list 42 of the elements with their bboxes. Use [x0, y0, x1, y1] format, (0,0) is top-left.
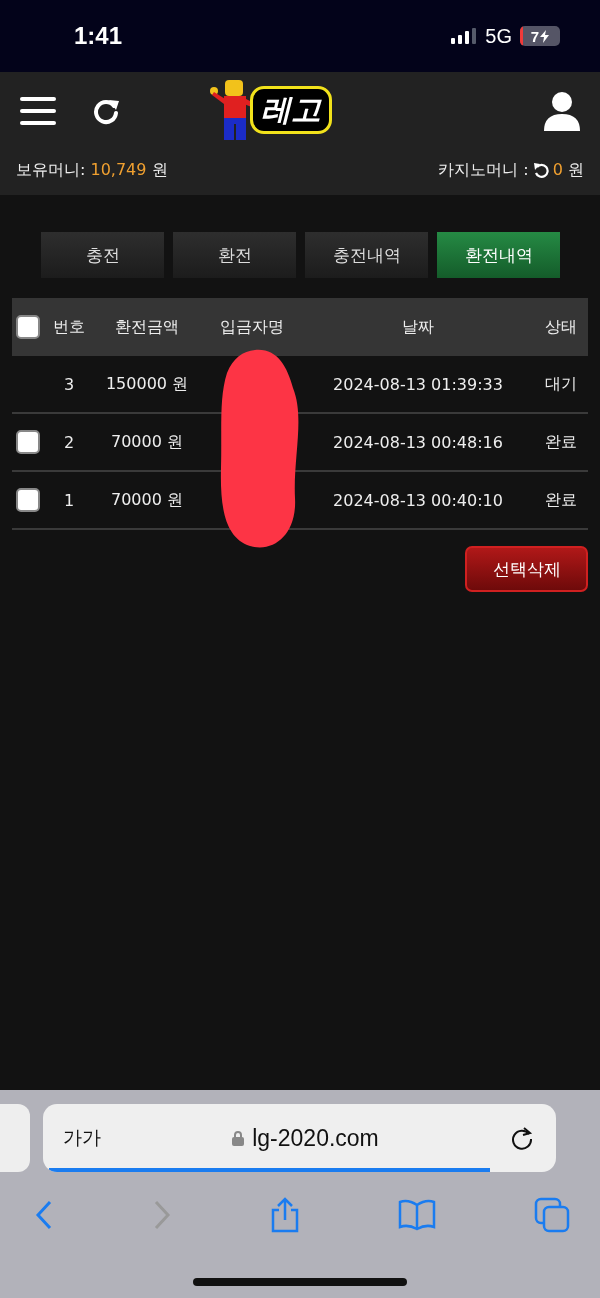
- table-cell-text: 70000 원: [110, 431, 184, 453]
- table-cell-text: 2: [62, 432, 76, 452]
- delete-selected-button[interactable]: 선택삭제: [465, 546, 588, 592]
- checkbox[interactable]: [16, 315, 40, 339]
- table-cell-text: 1: [62, 490, 76, 510]
- table-cell-text: 150000 원: [104, 373, 190, 395]
- table-cell-text: 2024-08-13 01:39:33: [332, 374, 504, 394]
- network-label: 5G: [485, 24, 512, 48]
- balance-text: 보유머니: 10,749 원: [16, 159, 168, 181]
- menu-icon[interactable]: [20, 96, 56, 126]
- table-cell-text: 완료: [544, 431, 578, 453]
- casino-label: 카지노머니 :: [438, 159, 529, 181]
- lock-icon: [232, 1130, 245, 1146]
- reload-icon[interactable]: [510, 1126, 534, 1150]
- tab[interactable]: 환전내역: [437, 232, 560, 278]
- checkbox[interactable]: [16, 488, 40, 512]
- table-cell-text: 2024-08-13 00:48:16: [332, 432, 504, 452]
- logo-text: 레고: [250, 86, 332, 134]
- column-header: 상태: [544, 316, 578, 338]
- table-cell-text: 2024-08-13 00:40:10: [332, 490, 504, 510]
- tab[interactable]: 충전: [41, 232, 164, 278]
- column-header: 날짜: [401, 316, 435, 338]
- table-cell-text: 완료: [544, 489, 578, 511]
- signal-icon: [451, 28, 478, 44]
- table-cell-text: 대기: [544, 373, 578, 395]
- column-header: 입금자명: [219, 316, 285, 338]
- column-header: 번호: [52, 316, 86, 338]
- table-cell-text: 3: [62, 374, 76, 394]
- url-text: lg-2020.com: [252, 1124, 379, 1152]
- tab[interactable]: 환전: [173, 232, 296, 278]
- status-time: 1:41: [74, 22, 123, 50]
- tab[interactable]: 충전내역: [305, 232, 428, 278]
- battery-indicator: 7: [520, 26, 560, 46]
- casino-balance: 0 원: [552, 159, 584, 181]
- text-size-button[interactable]: 가가: [63, 1125, 101, 1151]
- table-cell-text: 70000 원: [110, 489, 184, 511]
- address-bar[interactable]: 가가 lg-2020.com: [43, 1104, 556, 1172]
- checkbox[interactable]: [16, 430, 40, 454]
- column-header: 환전금액: [114, 316, 180, 338]
- user-icon[interactable]: [544, 91, 580, 131]
- refresh-icon[interactable]: [92, 97, 120, 125]
- undo-icon[interactable]: [532, 162, 549, 178]
